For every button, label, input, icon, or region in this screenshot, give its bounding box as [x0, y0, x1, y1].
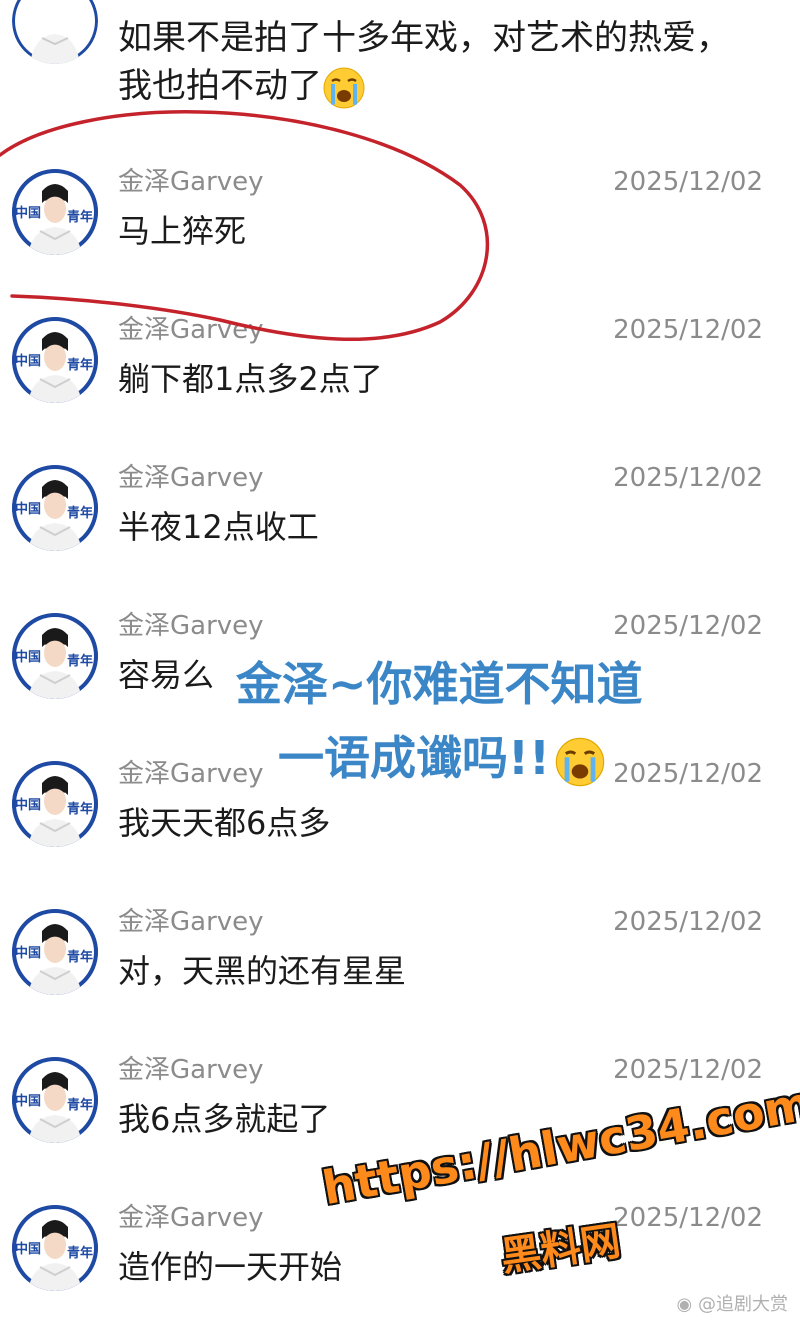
- comment-author[interactable]: 金泽Garvey: [118, 312, 264, 348]
- comment-feed: 如果不是拍了十多年戏，对艺术的热爱， 我也拍不动了 中国 青年 金泽Garvey…: [0, 0, 800, 1322]
- comment-text: 我天天都6点多: [118, 804, 331, 842]
- loudly-crying-face-icon: [555, 737, 605, 786]
- avatar[interactable]: 中国 青年: [12, 1057, 98, 1143]
- comment-date: 2025/12/02: [613, 167, 763, 197]
- comment-item[interactable]: 中国 青年 金泽Garvey 2025/12/02 马上猝死: [0, 164, 800, 304]
- avatar-badge-left: 中国: [15, 501, 41, 517]
- comment-text: 马上猝死: [118, 212, 247, 250]
- avatar-image: [12, 0, 98, 64]
- comment-text: 我6点多就起了: [118, 1100, 331, 1138]
- avatar-badge-left: 中国: [15, 353, 41, 369]
- avatar-badge-left: 中国: [15, 945, 41, 961]
- avatar[interactable]: 中国 青年: [12, 169, 98, 255]
- previous-comment-line-2: 我也拍不动了: [118, 62, 768, 110]
- comment-date: 2025/12/02: [613, 1055, 763, 1085]
- weibo-watermark: ◉ @追剧大赏: [676, 1294, 788, 1315]
- comment-author[interactable]: 金泽Garvey: [118, 756, 264, 792]
- comment-date: 2025/12/02: [613, 463, 763, 493]
- comment-item[interactable]: 中国 青年 金泽Garvey 2025/12/02 半夜12点收工: [0, 460, 800, 600]
- overlay-caption-line-1: 金泽~你难道不知道: [236, 657, 643, 711]
- avatar-badge-right: 青年: [67, 357, 93, 373]
- avatar-badge-right: 青年: [67, 949, 93, 965]
- avatar-badge-right: 青年: [67, 801, 93, 817]
- comment-date: 2025/12/02: [613, 1203, 763, 1233]
- comment-item[interactable]: 中国 青年 金泽Garvey 2025/12/02 造作的一天开始: [0, 1200, 800, 1340]
- comment-text: 半夜12点收工: [118, 508, 319, 546]
- comment-date: 2025/12/02: [613, 759, 763, 789]
- comment-text: 造作的一天开始: [118, 1248, 343, 1286]
- comment-author[interactable]: 金泽Garvey: [118, 164, 264, 200]
- overlay-caption-line-2: 一语成谶吗!!: [278, 728, 606, 788]
- avatar-badge-right: 青年: [67, 653, 93, 669]
- avatar-image: 中国 青年: [12, 465, 98, 551]
- comment-author[interactable]: 金泽Garvey: [118, 460, 264, 496]
- comment-text: 对，天黑的还有星星: [118, 952, 407, 990]
- avatar-badge-right: 青年: [67, 1245, 93, 1261]
- comment-text: 容易么: [118, 656, 215, 694]
- previous-comment-text: 如果不是拍了十多年戏，对艺术的热爱， 我也拍不动了: [118, 14, 768, 110]
- comment-author[interactable]: 金泽Garvey: [118, 1052, 264, 1088]
- avatar[interactable]: 中国 青年: [12, 613, 98, 699]
- loudly-crying-face-icon: [323, 67, 365, 108]
- avatar[interactable]: 中国 青年: [12, 1205, 98, 1291]
- comment-date: 2025/12/02: [613, 611, 763, 641]
- comment-date: 2025/12/02: [613, 907, 763, 937]
- previous-comment-line-1: 如果不是拍了十多年戏，对艺术的热爱，: [118, 18, 730, 58]
- avatar-image: 中国 青年: [12, 1057, 98, 1143]
- avatar[interactable]: 中国 青年: [12, 465, 98, 551]
- comment-item[interactable]: 中国 青年 金泽Garvey 2025/12/02 对，天黑的还有星星: [0, 904, 800, 1044]
- avatar-badge-right: 青年: [67, 505, 93, 521]
- avatar-image: 中国 青年: [12, 169, 98, 255]
- comment-item[interactable]: 中国 青年 金泽Garvey 2025/12/02 躺下都1点多2点了: [0, 312, 800, 452]
- comment-author[interactable]: 金泽Garvey: [118, 608, 264, 644]
- avatar-badge-left: 中国: [15, 1241, 41, 1257]
- comment-text: 躺下都1点多2点了: [118, 360, 383, 398]
- comment-author[interactable]: 金泽Garvey: [118, 1200, 264, 1236]
- avatar-badge-right: 青年: [67, 1097, 93, 1113]
- avatar-image: 中国 青年: [12, 909, 98, 995]
- avatar-image: 中国 青年: [12, 613, 98, 699]
- avatar[interactable]: [12, 0, 98, 64]
- avatar[interactable]: 中国 青年: [12, 317, 98, 403]
- avatar[interactable]: 中国 青年: [12, 909, 98, 995]
- avatar-image: 中国 青年: [12, 1205, 98, 1291]
- avatar-badge-left: 中国: [15, 797, 41, 813]
- avatar-image: 中国 青年: [12, 761, 98, 847]
- avatar-image: 中国 青年: [12, 317, 98, 403]
- comment-author[interactable]: 金泽Garvey: [118, 904, 264, 940]
- avatar-badge-left: 中国: [15, 649, 41, 665]
- weibo-icon: ◉: [676, 1294, 693, 1315]
- comment-date: 2025/12/02: [613, 315, 763, 345]
- avatar[interactable]: 中国 青年: [12, 761, 98, 847]
- avatar-badge-left: 中国: [15, 205, 41, 221]
- avatar-badge-right: 青年: [67, 209, 93, 225]
- avatar-badge-left: 中国: [15, 1093, 41, 1109]
